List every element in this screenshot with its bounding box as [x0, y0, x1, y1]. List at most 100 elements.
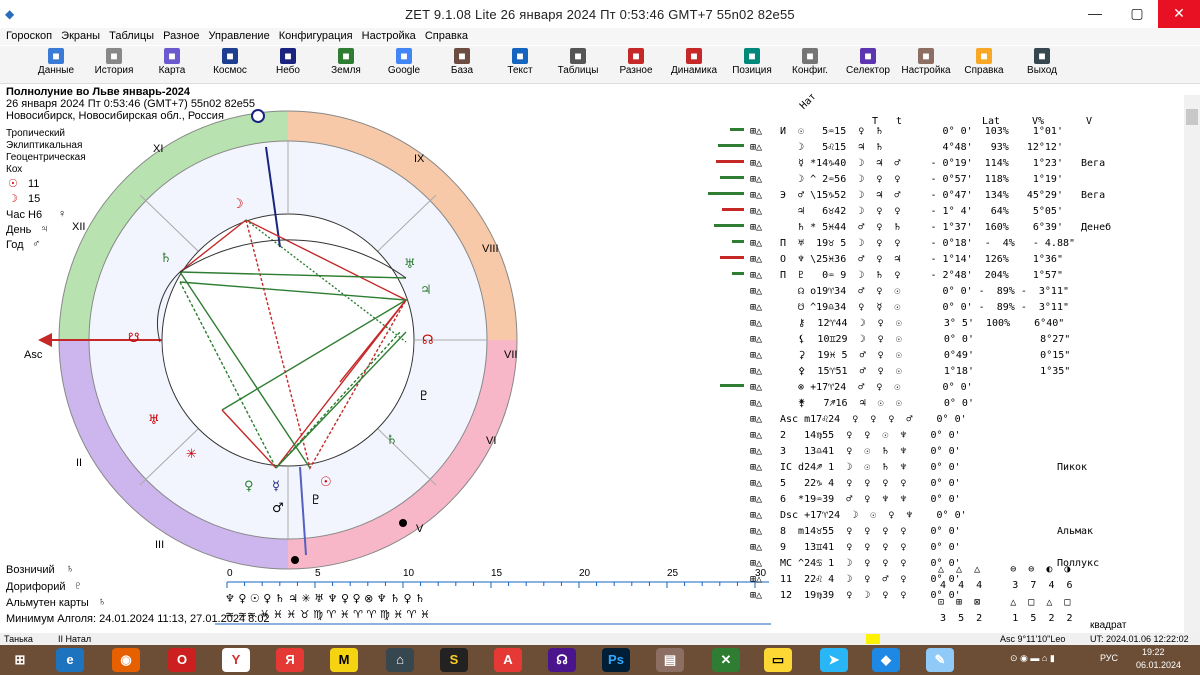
toolbar-selector-button[interactable]: ■ Селектор	[838, 48, 898, 82]
saturn-glyph[interactable]: ♄	[160, 251, 172, 266]
zet-app-icon[interactable]: ◆	[872, 648, 900, 672]
menu-misc[interactable]: Разное	[157, 28, 199, 45]
telegram-icon[interactable]: ➤	[820, 648, 848, 672]
toolbar-cosmos-button[interactable]: ■ Космос	[200, 48, 260, 82]
tray-lang[interactable]: РУС	[1100, 653, 1118, 663]
firefox-icon[interactable]: ◉	[112, 648, 140, 672]
menu-help[interactable]: Справка	[419, 28, 468, 45]
table-row[interactable]: 11 22♌ 4 ☽ ♀ ♂ ♀ 0° 0'	[780, 572, 961, 588]
archive-icon[interactable]: ▤	[656, 648, 684, 672]
table-row[interactable]: ♄ * 5♓44 ♂ ♀ ♄ - 1°37' 160% 6°39' Денеб	[780, 220, 1111, 236]
table-row[interactable]: 3 13♎41 ♀ ☉ ♄ ♆ 0° 0'	[780, 444, 961, 460]
toolbar-misc-button[interactable]: ■ Разное	[606, 48, 666, 82]
moon-glyph[interactable]: ☽	[232, 197, 244, 212]
toolbar-exit-button[interactable]: ■ Выход	[1012, 48, 1072, 82]
chiron-glyph[interactable]: ♄	[386, 433, 398, 448]
close-button[interactable]: ✕	[1158, 0, 1200, 28]
table-row[interactable]: ⚳ 19♓ 5 ♂ ♀ ☉ 0°49' 0°15"	[780, 348, 1070, 364]
mars-glyph[interactable]: ♂	[272, 501, 284, 516]
toolbar-google-button[interactable]: ■ Google	[374, 48, 434, 82]
menu-screens[interactable]: Экраны	[55, 28, 100, 45]
bank-icon[interactable]: ⌂	[386, 648, 414, 672]
table-row[interactable]: 8 m14♉55 ♀ ♀ ♀ ♀ 0° 0' Альмак	[780, 524, 1093, 540]
table-row[interactable]: IC d24♐ 1 ☽ ☉ ♄ ♆ 0° 0' Пикок	[780, 460, 1087, 476]
table-row[interactable]: О ♆ \25♓36 ♂ ♀ ♃ - 1°14' 126% 1°36"	[780, 252, 1063, 268]
table-row[interactable]: Dsc +17♈24 ☽ ☉ ♀ ♆ 0° 0'	[780, 508, 967, 524]
menu-settings[interactable]: Настройка	[356, 28, 416, 45]
table-row[interactable]: ⚴ 15♈51 ♂ ♀ ☉ 1°18' 1°35"	[780, 364, 1070, 380]
table-row[interactable]: ☽ ^ 2♒56 ☽ ♀ ♀ - 0°57' 118% 1°19'	[780, 172, 1063, 188]
torrent-icon[interactable]: ✕	[712, 648, 740, 672]
sextile-glyph[interactable]: ✳	[186, 447, 197, 462]
mc-marker[interactable]	[251, 109, 265, 123]
market-icon[interactable]: M	[330, 648, 358, 672]
table-row[interactable]: 9 13♊41 ♀ ♀ ♀ ♀ 0° 0'	[780, 540, 961, 556]
toolbar-position-button[interactable]: ■ Позиция	[722, 48, 782, 82]
table-row[interactable]: П ♇ 0♒ 9 ☽ ♄ ♀ - 2°48' 204% 1°57"	[780, 268, 1063, 284]
menu-control[interactable]: Управление	[203, 28, 270, 45]
vesta-glyph[interactable]: ♅	[148, 413, 160, 428]
node-glyph[interactable]: ☊	[422, 333, 434, 348]
table-row[interactable]: ⚸ 10♊29 ☽ ♀ ☉ 0° 0' 8°27"	[780, 332, 1070, 348]
sun-glyph[interactable]: ☉	[320, 475, 332, 490]
table-row[interactable]: ⚵ 7♐16 ♃ ☉ ☉ 0° 0'	[780, 396, 974, 412]
astro-app-icon[interactable]: ☊	[548, 648, 576, 672]
menu-configuration[interactable]: Конфигурация	[273, 28, 353, 45]
toolbar-database-button[interactable]: ■ База	[432, 48, 492, 82]
table-row[interactable]: 6 *19♒39 ♂ ♀ ♆ ♆ 0° 0'	[780, 492, 961, 508]
table-row[interactable]: 2 14♍55 ♀ ♀ ☉ ♆ 0° 0'	[780, 428, 961, 444]
toolbar-sky-button[interactable]: ■ Небо	[258, 48, 318, 82]
folder-icon[interactable]: ▭	[764, 648, 792, 672]
table-row[interactable]: Э ♂ \15♑52 ☽ ♃ ♂ - 0°47' 134% 45°29' Вег…	[780, 188, 1105, 204]
uranus-glyph[interactable]: ♅	[404, 257, 416, 272]
table-row[interactable]: ♃ 6♉42 ☽ ♀ ♀ - 1° 4' 64% 5°05'	[780, 204, 1063, 220]
transit-timeline[interactable]: 0 5 10 15 20 25 30 ♆ ♀ ☉ ♀ ♄ ♃ ✳ ♅ ♆ ♀ ♀…	[215, 566, 775, 626]
tray-icons[interactable]: ⊙ ◉ ▬ ⌂ ▮	[1010, 653, 1055, 664]
photoshop-icon[interactable]: Ps	[602, 648, 630, 672]
tray-date[interactable]: 06.01.2024	[1136, 660, 1181, 670]
table-row[interactable]: 5 22♑ 4 ♀ ♀ ♀ ♀ 0° 0'	[780, 476, 961, 492]
windows-start-icon[interactable]: ⊞	[6, 648, 34, 672]
s-app-icon[interactable]: S	[440, 648, 468, 672]
toolbar-dynamics-button[interactable]: ■ Динамика	[664, 48, 724, 82]
paint-icon[interactable]: ✎	[926, 648, 954, 672]
pluto-glyph[interactable]: ♇	[418, 389, 430, 404]
tray-time[interactable]: 19:22	[1142, 647, 1165, 657]
mercury-glyph[interactable]: ☿	[272, 479, 280, 494]
toolbar-help-button[interactable]: ■ Справка	[954, 48, 1014, 82]
maximize-button[interactable]: ▢	[1116, 0, 1158, 28]
table-row[interactable]: 12 19♍39 ♀ ☽ ♀ ♀ 0° 0'	[780, 588, 961, 604]
toolbar-tables-button[interactable]: ■ Таблицы	[548, 48, 608, 82]
toolbar-data-button[interactable]: ■ Данные	[26, 48, 86, 82]
toolbar-earth-button[interactable]: ■ Земля	[316, 48, 376, 82]
table-row[interactable]: Asc m17♌24 ♀ ♀ ♀ ♂ 0° 0'	[780, 412, 967, 428]
table-row[interactable]: П ♅ 19♉ 5 ☽ ♀ ♀ - 0°18' - 4% - 4.88"	[780, 236, 1075, 252]
pluto-glyph-2[interactable]: ♇	[310, 493, 322, 508]
table-row[interactable]: ⚷ 12♈44 ☽ ♀ ☉ 3° 5' 100% 6°40"	[780, 316, 1064, 332]
ie-icon[interactable]: e	[56, 648, 84, 672]
toolbar-chart-button[interactable]: ■ Карта	[142, 48, 202, 82]
yandex-browser-icon[interactable]: Y	[222, 648, 250, 672]
node-glyph-2[interactable]: ☋	[128, 331, 140, 346]
scroll-thumb[interactable]	[1186, 109, 1198, 125]
toolbar-settings-button[interactable]: ■ Настройка	[896, 48, 956, 82]
menu-tables[interactable]: Таблицы	[103, 28, 154, 45]
menu-horoscope[interactable]: Гороскоп	[0, 28, 52, 45]
horoscope-wheel[interactable]: ☽ ♄ ♅ ♃ ☊ ♇ ♄ ♅ ✳ ♀ ☿ ☉ ♇ ♂ ☋ XI IX XII …	[10, 92, 530, 572]
table-row[interactable]: ☋ ^19♎34 ♀ ☿ ☉ 0° 0' - 89% - 3°11"	[780, 300, 1069, 316]
yandex-icon[interactable]: Я	[276, 648, 304, 672]
table-row[interactable]: ⊗ +17♈24 ♂ ♀ ☉ 0° 0'	[780, 380, 973, 396]
table-row[interactable]: ☿ *14♑40 ☽ ♃ ♂ - 0°19' 114% 1°23' Вега	[780, 156, 1105, 172]
toolbar-config-button[interactable]: ■ Конфиг.	[780, 48, 840, 82]
toolbar-history-button[interactable]: ■ История	[84, 48, 144, 82]
angular-icon[interactable]: A	[494, 648, 522, 672]
table-row[interactable]: ☊ ο19♈34 ♂ ♀ ☉ 0° 0' - 89% - 3°11"	[780, 284, 1069, 300]
jupiter-glyph[interactable]: ♃	[420, 283, 432, 298]
toolbar-text-button[interactable]: ■ Текст	[490, 48, 550, 82]
venus-glyph[interactable]: ♀	[244, 479, 254, 494]
minimize-button[interactable]: —	[1074, 0, 1116, 28]
opera-icon[interactable]: O	[168, 648, 196, 672]
status-tab[interactable]: II Натал	[58, 633, 91, 645]
table-row[interactable]: И ☉ 5♒15 ♀ ♄ 0° 0' 103% 1°01'	[780, 124, 1063, 140]
vertical-scrollbar[interactable]	[1184, 95, 1200, 633]
